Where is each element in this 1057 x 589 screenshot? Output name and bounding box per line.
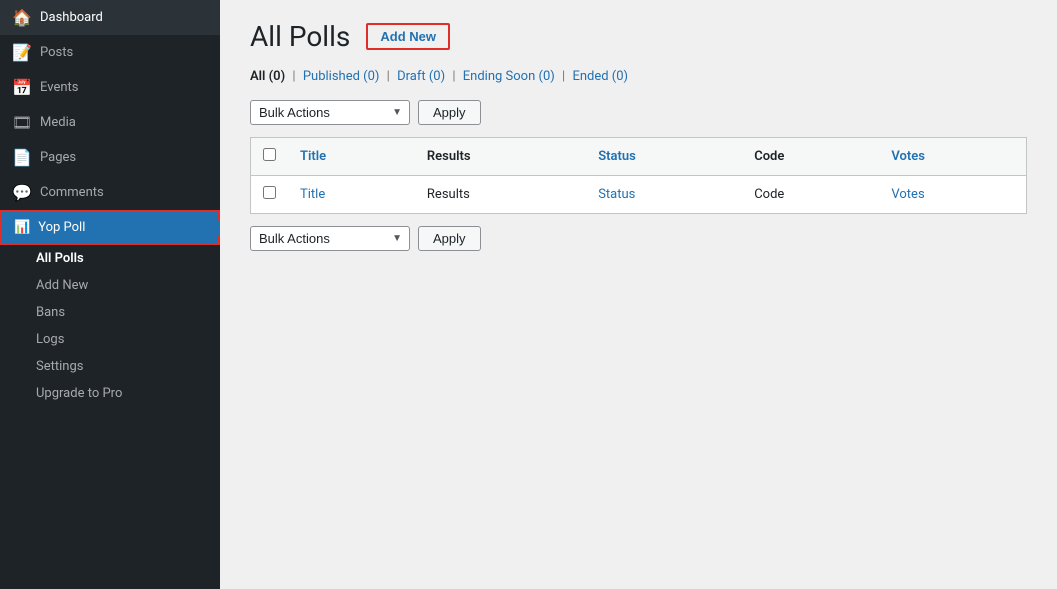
sidebar-item-yop-poll-label: Yop Poll bbox=[38, 220, 85, 235]
col-header-title[interactable]: Title bbox=[288, 138, 415, 176]
main-content: All Polls Add New All (0) | Published (0… bbox=[220, 0, 1057, 589]
table-header-row: Title Results Status Code Votes bbox=[251, 138, 1027, 176]
bottom-bulk-bar: Bulk Actions Delete Apply bbox=[250, 226, 1027, 251]
sidebar-item-yop-poll[interactable]: 📊 Yop Poll bbox=[0, 210, 220, 245]
submenu-bans[interactable]: Bans bbox=[0, 299, 220, 326]
submenu-add-new[interactable]: Add New bbox=[0, 272, 220, 299]
submenu-upgrade[interactable]: Upgrade to Pro bbox=[0, 380, 220, 407]
row-title-cell[interactable]: Title bbox=[288, 176, 415, 214]
table-row: Title Results Status Code Votes bbox=[251, 176, 1027, 214]
col-header-code: Code bbox=[742, 138, 879, 176]
filter-ended[interactable]: Ended (0) bbox=[572, 69, 628, 84]
col-header-status[interactable]: Status bbox=[586, 138, 742, 176]
page-header: All Polls Add New bbox=[250, 20, 1027, 53]
row-results-cell: Results bbox=[415, 176, 586, 214]
sidebar-item-posts[interactable]: 📝 Posts bbox=[0, 35, 220, 70]
submenu-settings[interactable]: Settings bbox=[0, 353, 220, 380]
sidebar-item-media-label: Media bbox=[40, 115, 76, 130]
bottom-apply-button[interactable]: Apply bbox=[418, 226, 481, 251]
sidebar: 🏠 Dashboard 📝 Posts 📅 Events 🎞 Media 📄 P… bbox=[0, 0, 220, 589]
submenu-all-polls[interactable]: All Polls bbox=[0, 245, 220, 272]
sidebar-item-events[interactable]: 📅 Events bbox=[0, 70, 220, 105]
filter-all[interactable]: All (0) bbox=[250, 69, 285, 84]
sidebar-item-pages[interactable]: 📄 Pages bbox=[0, 140, 220, 175]
sidebar-item-events-label: Events bbox=[40, 80, 78, 95]
col-header-votes[interactable]: Votes bbox=[879, 138, 1026, 176]
page-title: All Polls bbox=[250, 20, 350, 53]
yop-poll-submenu: All Polls Add New Bans Logs Settings Upg… bbox=[0, 245, 220, 407]
pages-icon: 📄 bbox=[12, 148, 32, 167]
top-bulk-bar: Bulk Actions Delete Apply bbox=[250, 100, 1027, 125]
top-bulk-select[interactable]: Bulk Actions Delete bbox=[250, 100, 410, 125]
filter-ending-soon[interactable]: Ending Soon (0) bbox=[463, 69, 555, 84]
filter-links: All (0) | Published (0) | Draft (0) | En… bbox=[250, 69, 1027, 84]
events-icon: 📅 bbox=[12, 78, 32, 97]
row-votes-cell[interactable]: Votes bbox=[879, 176, 1026, 214]
sidebar-item-comments-label: Comments bbox=[40, 185, 104, 200]
row-code-cell: Code bbox=[742, 176, 879, 214]
row-checkbox[interactable] bbox=[263, 186, 276, 199]
posts-icon: 📝 bbox=[12, 43, 32, 62]
bottom-bulk-select-wrapper: Bulk Actions Delete bbox=[250, 226, 410, 251]
row-status-cell[interactable]: Status bbox=[586, 176, 742, 214]
col-header-results: Results bbox=[415, 138, 586, 176]
sidebar-item-posts-label: Posts bbox=[40, 45, 73, 60]
sidebar-item-dashboard[interactable]: 🏠 Dashboard bbox=[0, 0, 220, 35]
filter-draft[interactable]: Draft (0) bbox=[397, 69, 445, 84]
submenu-logs[interactable]: Logs bbox=[0, 326, 220, 353]
add-new-button[interactable]: Add New bbox=[366, 23, 450, 50]
bottom-bulk-select[interactable]: Bulk Actions Delete bbox=[250, 226, 410, 251]
dashboard-icon: 🏠 bbox=[12, 8, 32, 27]
media-icon: 🎞 bbox=[12, 113, 32, 132]
filter-published[interactable]: Published (0) bbox=[303, 69, 380, 84]
select-all-checkbox[interactable] bbox=[263, 148, 276, 161]
top-bulk-select-wrapper: Bulk Actions Delete bbox=[250, 100, 410, 125]
comments-icon: 💬 bbox=[12, 183, 32, 202]
sidebar-item-media[interactable]: 🎞 Media bbox=[0, 105, 220, 140]
col-header-check bbox=[251, 138, 289, 176]
top-apply-button[interactable]: Apply bbox=[418, 100, 481, 125]
polls-table: Title Results Status Code Votes bbox=[250, 137, 1027, 214]
sidebar-item-pages-label: Pages bbox=[40, 150, 76, 165]
sidebar-arrow bbox=[218, 220, 220, 236]
sidebar-item-comments[interactable]: 💬 Comments bbox=[0, 175, 220, 210]
row-check-cell bbox=[251, 176, 289, 214]
yop-poll-icon: 📊 bbox=[14, 220, 30, 235]
sidebar-item-dashboard-label: Dashboard bbox=[40, 10, 103, 25]
